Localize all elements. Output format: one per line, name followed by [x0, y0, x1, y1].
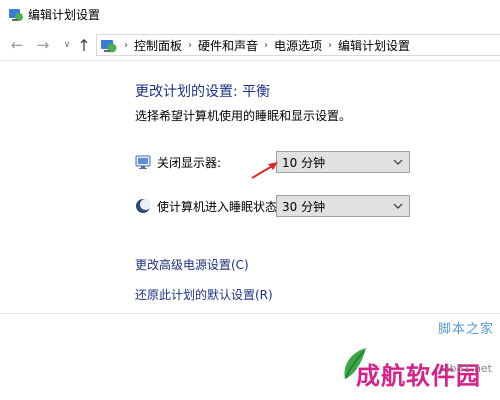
- moon-icon: [136, 199, 151, 213]
- red-arrow-annotation: [251, 162, 278, 179]
- breadcrumb-edit-plan[interactable]: 编辑计划设置: [338, 37, 410, 54]
- main-content: 更改计划的设置: 平衡 选择希望计算机使用的睡眠和显示设置。 关闭显示器: 10…: [0, 61, 500, 400]
- control-panel-icon: [101, 40, 117, 53]
- chevron-down-icon: [393, 159, 403, 165]
- watermark-top-text: 脚本之家: [437, 322, 494, 337]
- address-bar[interactable]: › 控制面板 › 硬件和声音 › 电源选项 › 编辑计划设置: [96, 34, 500, 56]
- sleep-row: 使计算机进入睡眠状态:: [135, 195, 281, 217]
- watermark-net-text: jb51.net: [446, 362, 492, 375]
- breadcrumb-separator[interactable]: ›: [188, 40, 192, 51]
- up-button[interactable]: ↑: [75, 36, 93, 55]
- page-subtitle: 选择希望计算机使用的睡眠和显示设置。: [135, 109, 352, 123]
- advanced-power-settings-link[interactable]: 更改高级电源设置(C): [135, 256, 249, 273]
- breadcrumb-hardware-sound[interactable]: 硬件和声音: [198, 37, 258, 54]
- breadcrumb-separator: ›: [124, 39, 128, 51]
- display-off-dropdown[interactable]: 10 分钟: [276, 151, 410, 173]
- sleep-label: 使计算机进入睡眠状态:: [157, 199, 282, 214]
- navigation-bar: ← → ∨ ↑ › 控制面板 › 硬件和声音 › 电源选项 › 编辑计划设置: [0, 30, 500, 60]
- recent-locations-button[interactable]: ∨: [58, 36, 76, 54]
- display-off-value: 10 分钟: [282, 155, 326, 170]
- title-bar: 编辑计划设置: [0, 0, 500, 28]
- divider: [0, 313, 500, 314]
- monitor-icon: [135, 155, 151, 169]
- display-off-label: 关闭显示器:: [157, 155, 222, 170]
- breadcrumb-separator[interactable]: ›: [264, 40, 268, 51]
- sleep-dropdown[interactable]: 30 分钟: [276, 195, 410, 217]
- window-title: 编辑计划设置: [28, 8, 101, 22]
- forward-button[interactable]: →: [34, 36, 52, 54]
- chevron-down-icon: [393, 203, 403, 209]
- page-title: 更改计划的设置: 平衡: [135, 84, 271, 100]
- breadcrumb-power-options[interactable]: 电源选项: [274, 37, 322, 54]
- back-button[interactable]: ←: [8, 36, 26, 54]
- control-panel-icon: [9, 9, 23, 21]
- breadcrumb-control-panel[interactable]: 控制面板: [134, 37, 182, 54]
- restore-defaults-link[interactable]: 还原此计划的默认设置(R): [135, 286, 273, 303]
- sleep-value: 30 分钟: [282, 199, 326, 214]
- display-off-row: 关闭显示器:: [135, 151, 221, 173]
- breadcrumb-separator[interactable]: ›: [328, 40, 332, 51]
